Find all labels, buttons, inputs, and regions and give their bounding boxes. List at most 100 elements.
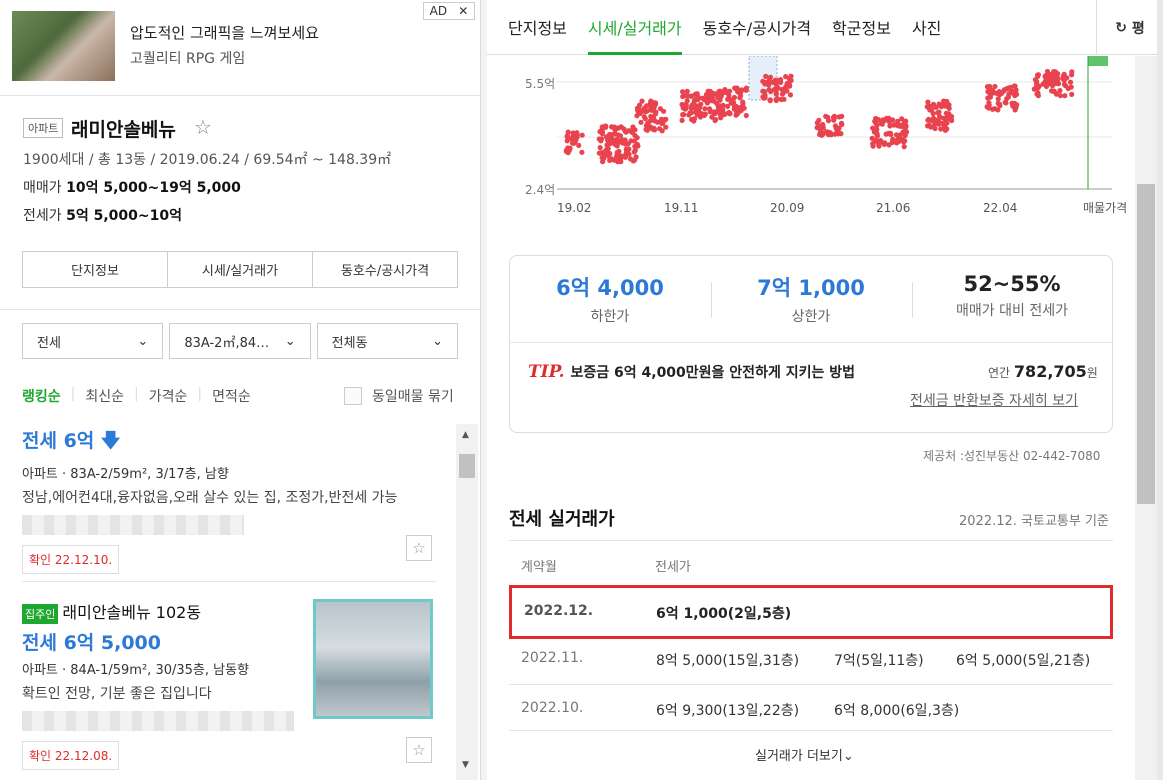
filter-bar: 전세 ⌄ 83A-2㎡,84… ⌄ 전체동 ⌄	[22, 323, 458, 359]
jeonse-label: 전세가	[23, 208, 62, 224]
data-point	[874, 131, 880, 137]
tab-unit[interactable]: 동호수/공시가격	[313, 252, 457, 287]
low-price-value: 6억 4,000	[556, 276, 664, 300]
data-point	[579, 149, 585, 155]
data-point	[948, 113, 955, 120]
favorite-star-icon[interactable]: ☆	[406, 737, 432, 763]
y-tick: 2.4억	[525, 183, 555, 197]
data-point	[601, 155, 607, 161]
area-unit-label: 평	[1131, 20, 1145, 37]
data-point	[1034, 91, 1040, 97]
data-point	[925, 99, 931, 105]
col-price: 전세가	[655, 560, 691, 575]
data-point	[901, 144, 907, 150]
data-point	[740, 99, 746, 105]
sort-ranking[interactable]: 랭킹순	[22, 386, 61, 406]
data-point	[767, 98, 773, 104]
data-point	[713, 117, 719, 123]
group-duplicates[interactable]: 동일매물 묶기	[344, 386, 454, 406]
data-point	[648, 113, 654, 120]
favorite-star-icon[interactable]: ☆	[194, 115, 212, 139]
scroll-down-icon[interactable]: ▼	[462, 760, 469, 770]
confirm-row: 확인 22.12.08.	[22, 741, 436, 770]
area-value: 83A-2㎡,84…	[184, 335, 270, 351]
data-point	[833, 126, 839, 132]
data-point	[718, 93, 724, 99]
right-scrollbar[interactable]	[1135, 56, 1157, 780]
data-point	[704, 92, 710, 98]
trade-type-select[interactable]: 전세 ⌄	[22, 323, 164, 359]
tab-complex-info[interactable]: 단지정보	[508, 0, 567, 55]
x-tick: 19.02	[557, 201, 591, 215]
ad-banner[interactable]: 압도적인 그래픽을 느껴보세요 고퀄리티 RPG 게임 AD ✕	[0, 0, 480, 96]
data-point	[695, 103, 701, 109]
data-point	[725, 96, 731, 102]
tip-text: TIP. 보증금 6억 4,000만원을 안전하게 지키는 방법	[528, 362, 855, 382]
agent-info-blurred	[22, 515, 244, 535]
data-point	[762, 95, 768, 101]
listing-photo[interactable]	[313, 599, 433, 719]
data-point	[1049, 88, 1055, 94]
data-point	[940, 115, 946, 121]
scroll-thumb[interactable]	[1137, 184, 1155, 504]
data-point	[706, 106, 713, 112]
favorite-star-icon[interactable]: ☆	[406, 535, 432, 561]
data-point	[661, 118, 667, 124]
jeonse-price: 전세가 5억 5,000~10억	[23, 205, 182, 225]
data-point	[628, 138, 634, 144]
source-info: 제공처 :성진부동산 02-442-7080	[923, 449, 1101, 463]
data-point	[766, 87, 772, 93]
price-chart: 5.5억 2.4억 19.02 19.11 20.09 21.06 22.04 …	[525, 56, 1127, 215]
tab-complex-info[interactable]: 단지정보	[23, 252, 168, 287]
data-point	[689, 102, 695, 109]
tab-school[interactable]: 학군정보	[832, 0, 891, 55]
ratio-value: 52~55%	[963, 272, 1061, 296]
area-unit-toggle[interactable]: ↻ 평	[1096, 0, 1163, 55]
area-select[interactable]: 83A-2㎡,84… ⌄	[169, 323, 311, 359]
data-point	[778, 96, 784, 103]
ad-thumbnail[interactable]	[12, 11, 115, 81]
data-point	[1049, 72, 1055, 78]
more-deals-button[interactable]: 실거래가 더보기⌄	[755, 745, 854, 764]
scroll-up-icon[interactable]: ▲	[462, 430, 469, 440]
ad-badge[interactable]: AD ✕	[423, 2, 475, 20]
sort-price[interactable]: 가격순	[149, 386, 188, 406]
data-point	[743, 112, 749, 119]
data-point	[1069, 69, 1075, 75]
sort-area[interactable]: 면적순	[212, 386, 251, 406]
data-point	[601, 149, 607, 155]
listing-item[interactable]: 전세 6억 🡇 아파트 · 83A-2/59m², 3/17층, 남향 정남,에…	[22, 426, 436, 574]
data-point	[603, 134, 610, 140]
data-point	[702, 106, 708, 112]
data-point	[832, 131, 838, 137]
data-point	[941, 122, 947, 129]
data-point	[573, 137, 579, 143]
dong-select[interactable]: 전체동 ⌄	[316, 323, 458, 359]
data-point	[926, 116, 932, 122]
scroll-thumb[interactable]	[459, 454, 475, 478]
deal-month: 2022.11.	[521, 650, 584, 666]
data-point	[1053, 91, 1059, 97]
sort-latest[interactable]: 최신순	[85, 386, 124, 406]
data-point	[784, 88, 790, 94]
data-point	[734, 111, 740, 117]
data-point	[786, 82, 793, 88]
data-point	[719, 106, 726, 112]
ratio: 52~55% 매매가 대비 전세가	[912, 272, 1112, 320]
tab-price[interactable]: 시세/실거래가	[587, 0, 682, 55]
close-icon[interactable]: ✕	[458, 4, 468, 18]
data-point	[1064, 75, 1070, 81]
guarantee-link[interactable]: 전세금 반환보증 자세히 보기	[910, 390, 1078, 410]
data-point	[597, 137, 603, 143]
complex-tabs: 단지정보 시세/실거래가 동호수/공시가격	[22, 251, 458, 288]
data-point	[875, 117, 881, 123]
data-point	[636, 102, 643, 108]
left-scrollbar[interactable]: ▲ ▼	[456, 424, 478, 780]
data-point	[691, 116, 698, 122]
tab-price[interactable]: 시세/실거래가	[168, 252, 313, 287]
group-checkbox[interactable]	[344, 387, 362, 405]
tab-photo[interactable]: 사진	[912, 0, 941, 55]
ad-title[interactable]: 압도적인 그래픽을 느껴보세요	[130, 22, 319, 43]
data-point	[681, 112, 687, 118]
tab-unit[interactable]: 동호수/공시가격	[703, 0, 811, 55]
